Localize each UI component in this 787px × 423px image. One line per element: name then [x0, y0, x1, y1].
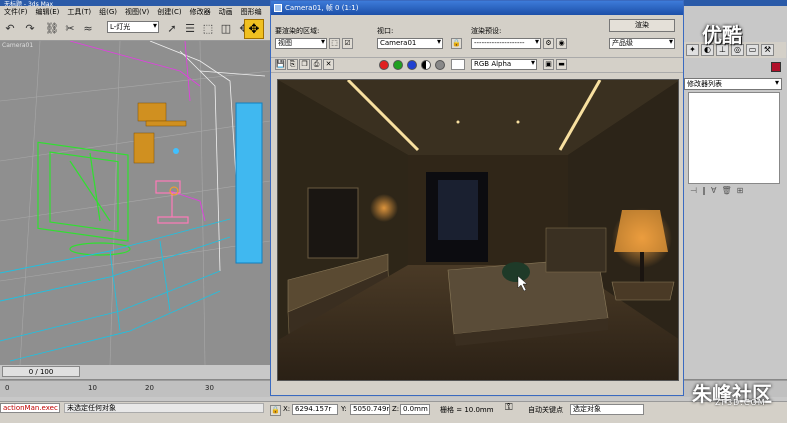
viewport-select[interactable]: Camera01 [377, 38, 443, 49]
menu-graph-editors[interactable]: 图形编 [237, 7, 266, 17]
select-link-icon[interactable]: ⛓ [44, 20, 60, 36]
menu-tools[interactable]: 工具(T) [63, 7, 95, 17]
render-frame-window: Camera01, 帧 0 (1:1) 要渲染的区域: 视图 ⬚ ☑ 视口: C… [270, 0, 684, 396]
select-by-name-icon[interactable]: ☰ [182, 20, 198, 36]
key-filter-select[interactable]: 选定对象 [570, 404, 644, 415]
select-and-move-button[interactable]: ✥ [244, 19, 264, 39]
render-window-title: Camera01, 帧 0 (1:1) [285, 4, 359, 12]
stack-tools: ⊣ ‖ ∀ 🗑 ⊞ [688, 186, 780, 198]
modifier-stack[interactable] [688, 92, 780, 184]
lock-viewport-icon[interactable]: 🔒 [451, 38, 462, 49]
key-icon[interactable]: ⚿ [505, 402, 513, 413]
x-label: X: [283, 405, 291, 413]
select-object-icon[interactable]: ➚ [164, 20, 180, 36]
bind-space-warp-icon[interactable]: ≈ [80, 20, 96, 36]
show-end-result-icon[interactable]: ‖ [702, 186, 706, 198]
clear-image-icon[interactable]: ✕ [323, 59, 334, 70]
alpha-channel-icon[interactable] [421, 60, 431, 70]
pin-stack-icon[interactable]: ⊣ [690, 186, 697, 198]
menu-views[interactable]: 视图(V) [121, 7, 153, 17]
render-quality-select[interactable]: 产品级 [609, 38, 675, 49]
app-window: 无标题 - 3ds Max 文件(F) 编辑(E) 工具(T) 组(G) 视图(… [0, 0, 787, 423]
make-unique-icon[interactable]: ∀ [711, 186, 716, 198]
tick-label: 30 [205, 384, 214, 392]
menu-animation[interactable]: 动画 [215, 7, 237, 17]
y-coordinate-field[interactable]: 5050.749r [350, 404, 390, 415]
rendered-bedroom-scene [278, 80, 678, 380]
edit-region-icon[interactable]: ⬚ [329, 38, 340, 49]
menu-edit[interactable]: 编辑(E) [32, 7, 64, 17]
maxscript-listener[interactable]: actionMan.exec [0, 403, 60, 413]
tick-label: 10 [88, 384, 97, 392]
save-image-icon[interactable]: 💾 [275, 59, 286, 70]
create-tab-icon[interactable]: ✦ [686, 44, 699, 56]
z-coordinate-field[interactable]: 0.0mm [400, 404, 430, 415]
render-setup-icon[interactable]: ⚙ [543, 38, 554, 49]
z-label: Z: [392, 405, 400, 413]
selection-status: 未选定任何对象 [64, 403, 264, 413]
configure-sets-icon[interactable]: ⊞ [737, 186, 744, 198]
remove-modifier-icon[interactable]: 🗑 [721, 186, 731, 198]
lock-selection-icon[interactable]: 🔒 [270, 405, 281, 416]
time-slider-thumb[interactable]: 0 / 100 [2, 366, 80, 377]
grid-size: 栅格 = 10.0mm [440, 406, 494, 414]
modifier-list-select[interactable]: 修改器列表 [684, 78, 782, 90]
rectangular-selection-icon[interactable]: ⬚ [200, 20, 216, 36]
y-label: Y: [341, 405, 347, 413]
redo-icon[interactable]: ↷ [22, 20, 38, 36]
zf3d-site-text: ZF3D.COM [715, 398, 766, 407]
menu-create[interactable]: 创建(C) [153, 7, 185, 17]
viewport-wireframe [0, 41, 270, 365]
time-slider[interactable]: 0 / 100 [0, 365, 270, 379]
tick-label: 20 [145, 384, 154, 392]
render-button[interactable]: 渲染 [609, 19, 675, 32]
red-channel-icon[interactable] [379, 60, 389, 70]
menu-group[interactable]: 组(G) [95, 7, 121, 17]
rendered-image[interactable] [277, 79, 679, 381]
viewport-label: Camera01 [2, 42, 34, 49]
green-channel-icon[interactable] [393, 60, 403, 70]
area-to-render-label: 要渲染的区域: [275, 27, 320, 35]
render-window-icon [274, 4, 282, 12]
unlink-icon[interactable]: ✂ [62, 20, 78, 36]
menu-file[interactable]: 文件(F) [0, 7, 32, 17]
utilities-tab-icon[interactable]: ⚒ [761, 44, 774, 56]
render-window-title-bar: Camera01, 帧 0 (1:1) [271, 1, 683, 15]
main-toolbar: ↶ ↷ ⛓ ✂ ≈ L-灯光 ➚ ☰ ⬚ ◫ ✥ [0, 17, 270, 41]
x-coordinate-field[interactable]: 6294.157r [292, 404, 338, 415]
render-preset-label: 渲染预设: [471, 27, 502, 35]
undo-icon[interactable]: ↶ [2, 20, 18, 36]
copy-image-icon[interactable]: ⎘ [287, 59, 298, 70]
display-tab-icon[interactable]: ▭ [746, 44, 759, 56]
print-image-icon[interactable]: ⎙ [311, 59, 322, 70]
viewport-select-label: 视口: [377, 27, 394, 35]
window-crossing-icon[interactable]: ◫ [218, 20, 234, 36]
menu-modifiers[interactable]: 修改器 [186, 7, 215, 17]
toggle-overlay-icon[interactable]: ▬ [556, 59, 567, 70]
clone-window-icon[interactable]: ❐ [299, 59, 310, 70]
youku-watermark: 优酷 [702, 23, 742, 47]
area-to-render-select[interactable]: 视图 [275, 38, 327, 49]
object-color-swatch[interactable] [771, 62, 781, 72]
selection-filter-select[interactable]: L-灯光 [107, 21, 159, 33]
auto-region-icon[interactable]: ☑ [342, 38, 353, 49]
environment-icon[interactable]: ◉ [556, 38, 567, 49]
render-preset-select[interactable]: -------------------- [471, 38, 541, 49]
blue-channel-icon[interactable] [407, 60, 417, 70]
monochrome-icon[interactable] [435, 60, 445, 70]
toggle-ui-icon[interactable]: ▣ [543, 59, 554, 70]
tick-label: 0 [5, 384, 10, 392]
auto-key-label[interactable]: 自动关键点 [528, 405, 563, 415]
menu-bar: 文件(F) 编辑(E) 工具(T) 组(G) 视图(V) 创建(C) 修改器 动… [0, 6, 270, 17]
camera-viewport[interactable]: Camera01 [0, 41, 270, 365]
swatch-box[interactable] [451, 59, 465, 70]
display-channel-select[interactable]: RGB Alpha [471, 59, 537, 70]
